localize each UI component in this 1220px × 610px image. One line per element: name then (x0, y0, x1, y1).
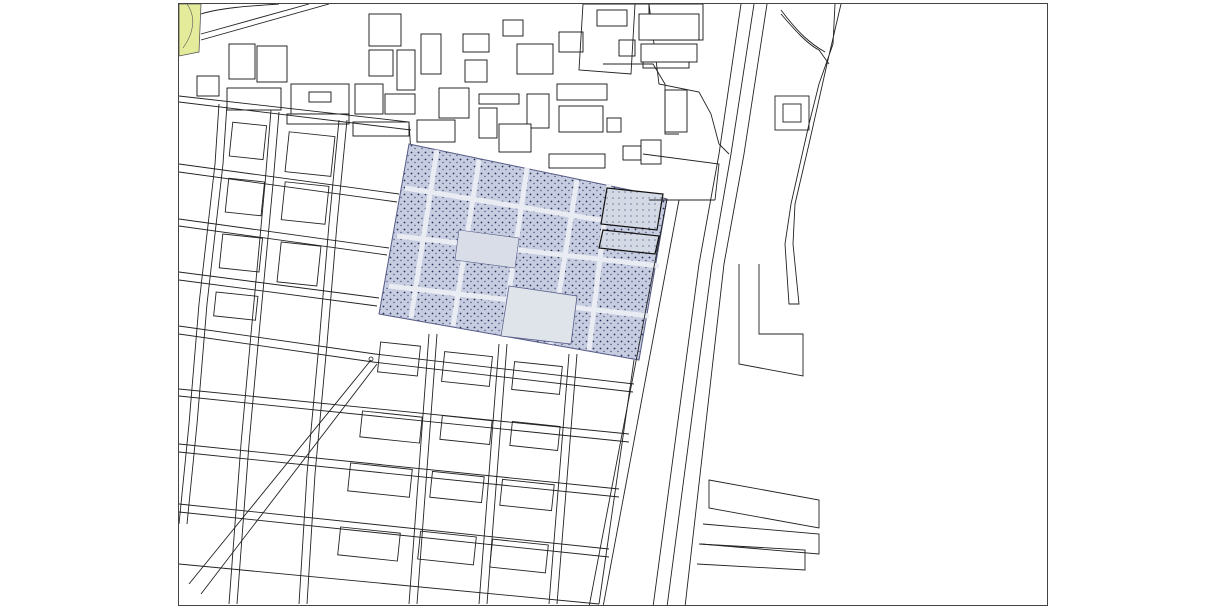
building-zone-north (196, 4, 704, 169)
map-frame (178, 3, 1048, 606)
site-plan-svg (179, 4, 842, 605)
landscaped-grid-district (378, 143, 668, 361)
